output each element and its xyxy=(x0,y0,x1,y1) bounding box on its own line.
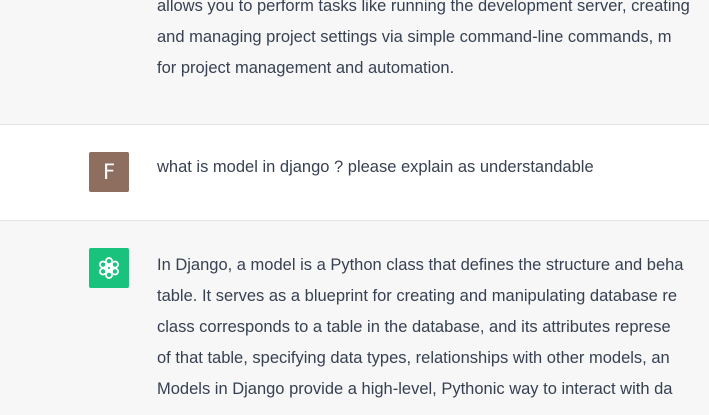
assistant-message-previous: allows you to perform tasks like running… xyxy=(0,0,709,124)
message-line: for project management and automation. xyxy=(157,59,455,77)
user-message-text: what is model in django ? please explain… xyxy=(157,152,594,183)
user-avatar-letter: F xyxy=(102,160,116,184)
user-avatar: F xyxy=(89,152,129,192)
chatgpt-logo-icon xyxy=(89,248,129,288)
assistant-message-text: In Django, a model is a Python class tha… xyxy=(157,250,684,405)
assistant-message: In Django, a model is a Python class tha… xyxy=(0,221,709,415)
message-line: Models in Django provide a high-level, P… xyxy=(157,380,673,398)
message-line: table. It serves as a blueprint for crea… xyxy=(157,287,678,305)
message-line: what is model in django ? please explain… xyxy=(157,158,594,176)
message-line: and managing project settings via simple… xyxy=(157,28,672,46)
message-line: In Django, a model is a Python class tha… xyxy=(157,256,684,274)
openai-logo-icon xyxy=(99,257,119,279)
message-line: allows you to perform tasks like running… xyxy=(157,0,690,15)
user-message: F what is model in django ? please expla… xyxy=(0,125,709,220)
message-line: class corresponds to a table in the data… xyxy=(157,318,671,336)
assistant-message-text: allows you to perform tasks like running… xyxy=(157,0,690,84)
message-line: of that table, specifying data types, re… xyxy=(157,349,670,367)
chat-viewport: allows you to perform tasks like running… xyxy=(0,0,709,415)
